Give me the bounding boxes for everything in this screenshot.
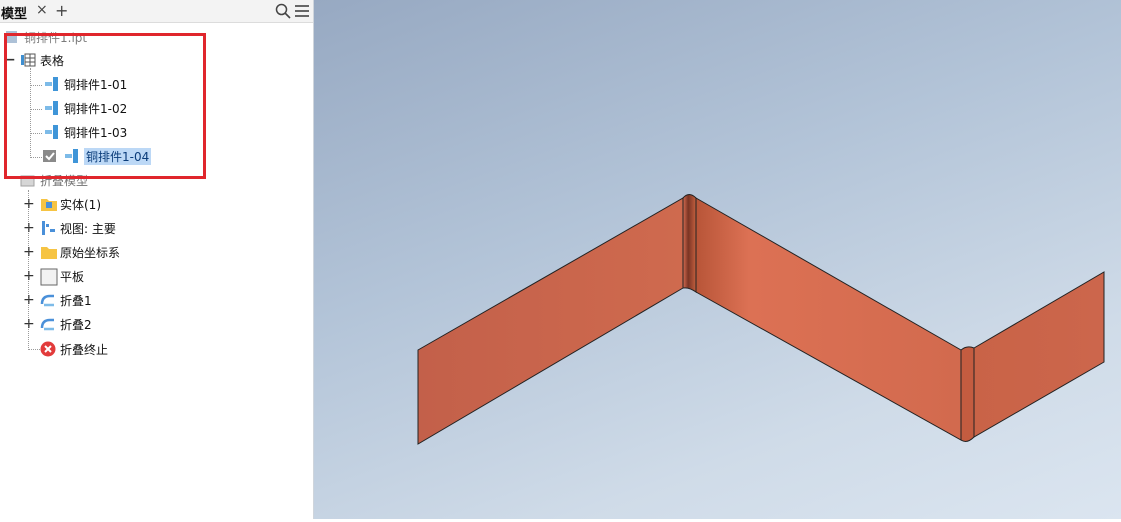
tree-item-fold-1[interactable]: 折叠1: [40, 289, 92, 311]
tree-item-solid[interactable]: 实体(1): [40, 193, 101, 215]
fold-icon: [40, 292, 56, 308]
folder-icon: [40, 244, 57, 260]
bend-1: [682, 194, 697, 293]
solid-label: 实体(1): [60, 197, 101, 212]
tree-item-view[interactable]: 视图: 主要: [40, 217, 116, 239]
browser-tab-bar: 模型 × +: [0, 0, 313, 23]
expand-icon[interactable]: +: [23, 221, 35, 235]
view-icon: [40, 220, 56, 236]
end-of-fold-label: 折叠终止: [60, 342, 109, 357]
flange-3: [973, 271, 1105, 438]
tree-item-end-of-fold[interactable]: 折叠终止: [40, 338, 108, 360]
search-icon[interactable]: [274, 2, 292, 20]
red-highlight-box: [4, 33, 206, 179]
bend-2: [960, 346, 975, 442]
flat-pattern-icon: [40, 268, 58, 286]
tree-line: [28, 349, 40, 350]
expand-icon[interactable]: +: [23, 317, 35, 331]
end-of-fold-icon: [40, 341, 56, 357]
origin-label: 原始坐标系: [60, 245, 121, 260]
flat-label: 平板: [60, 269, 85, 284]
tree-item-fold-2[interactable]: 折叠2: [40, 313, 92, 335]
expand-icon[interactable]: +: [23, 293, 35, 307]
menu-icon[interactable]: [293, 2, 311, 20]
expand-icon[interactable]: +: [23, 269, 35, 283]
expand-icon[interactable]: +: [23, 197, 35, 211]
flange-1: [417, 197, 684, 445]
tab-model[interactable]: 模型: [1, 3, 27, 22]
bent-copper-bar-model: [417, 194, 1105, 445]
flange-2: [695, 197, 962, 441]
close-icon[interactable]: ×: [36, 2, 48, 18]
expand-icon[interactable]: +: [23, 245, 35, 259]
model-browser-panel: 模型 × + 铜排件1.ipt − 表格 铜排件1-01 铜排件1-02 铜排件…: [0, 0, 314, 519]
3d-viewport[interactable]: [314, 0, 1121, 519]
folder-icon: [40, 196, 57, 212]
add-tab-icon[interactable]: +: [55, 1, 68, 20]
fold-1-label: 折叠1: [60, 293, 92, 308]
view-label: 视图: 主要: [60, 221, 116, 236]
fold-2-label: 折叠2: [60, 317, 92, 332]
tree-item-flat[interactable]: 平板: [40, 265, 84, 287]
fold-icon: [40, 316, 56, 332]
tree-item-origin[interactable]: 原始坐标系: [40, 241, 120, 263]
